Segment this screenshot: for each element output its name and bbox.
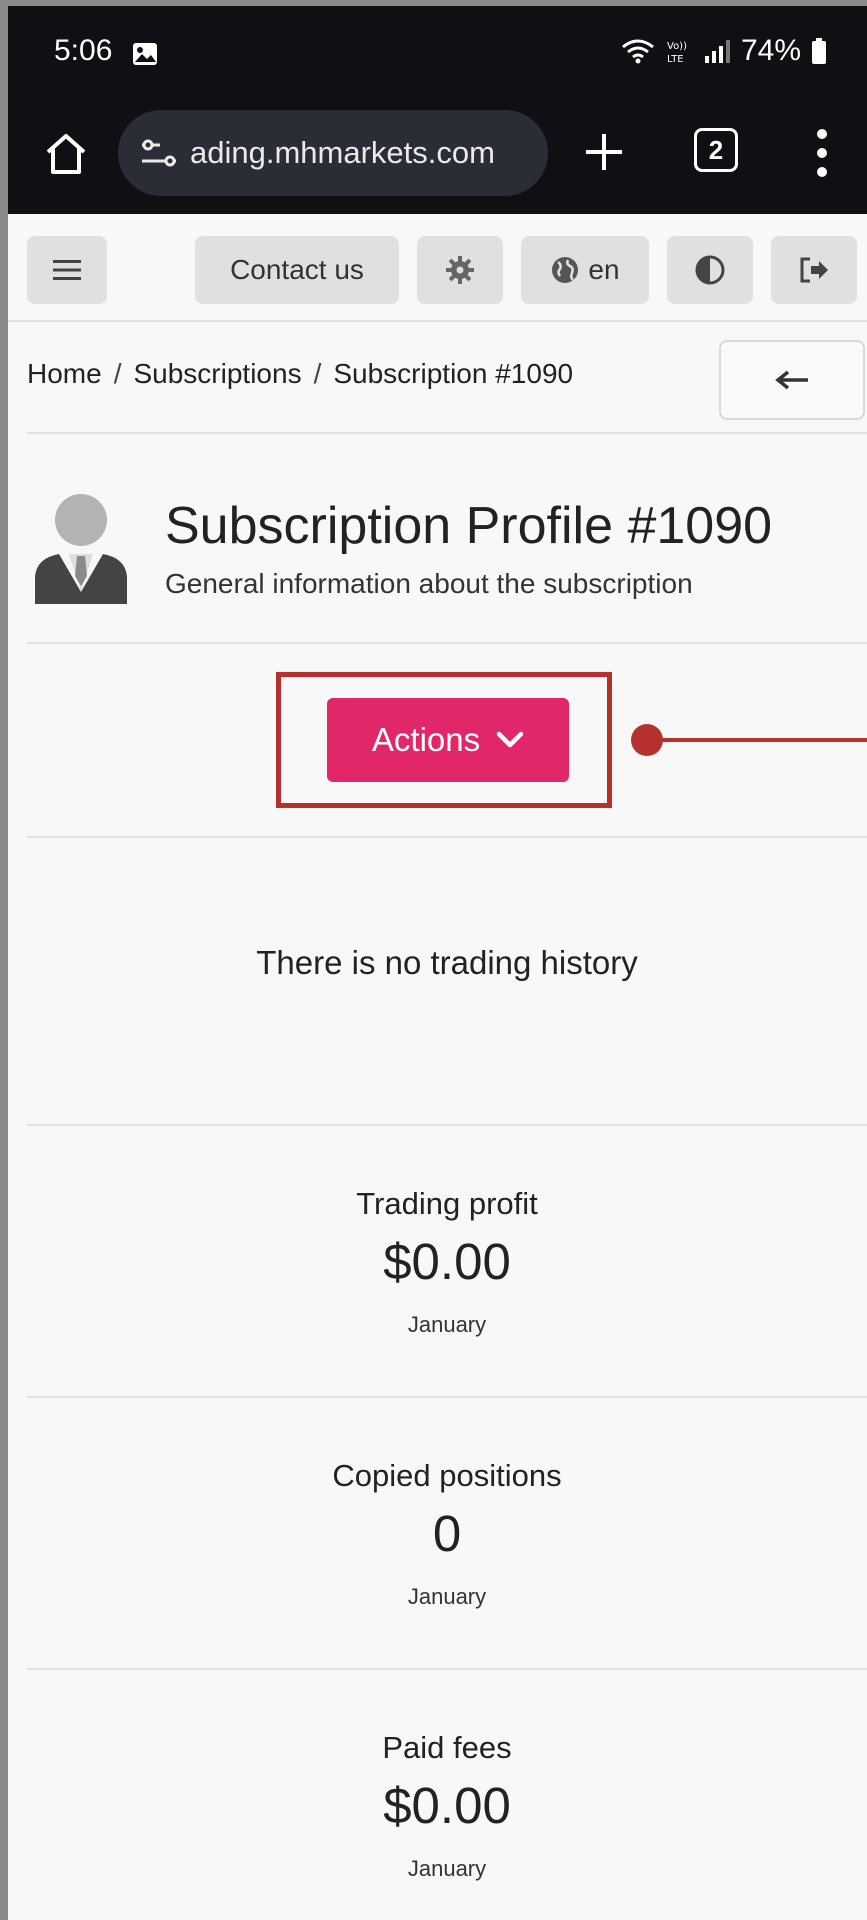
callout-line [647, 738, 867, 742]
home-icon[interactable] [42, 130, 90, 178]
site-settings-icon[interactable] [140, 136, 178, 170]
stat-value: $0.00 [383, 1233, 511, 1290]
back-button[interactable] [719, 340, 865, 420]
status-bar: 5:06 Vo)) LTE 74% [8, 6, 867, 102]
stat-period: January [407, 1584, 487, 1609]
language-button[interactable]: en [521, 236, 649, 304]
stat-copied-positions: Copied positions 0 January [27, 1398, 867, 1670]
breadcrumb-subscriptions[interactable]: Subscriptions [133, 358, 301, 389]
actions-dropdown-button[interactable]: Actions [327, 698, 569, 782]
page-title: Subscription Profile #1090 [165, 497, 773, 555]
stat-value: 0 [432, 1505, 462, 1562]
contact-us-button[interactable]: Contact us [195, 236, 399, 304]
stat-paid-fees: Paid fees $0.00 January [27, 1670, 867, 1920]
url-text: ading.mhmarkets.com [190, 135, 495, 170]
breadcrumb-row: Home / Subscriptions / Subscription #1090 [27, 322, 867, 434]
new-tab-icon[interactable] [582, 130, 626, 174]
browser-toolbar: ading.mhmarkets.com 2 [8, 102, 867, 214]
app-header: Contact us en [8, 214, 867, 322]
logout-button[interactable] [771, 236, 857, 304]
globe-icon [552, 257, 579, 283]
tab-switcher-button[interactable]: 2 [694, 128, 738, 172]
more-options-icon[interactable] [816, 128, 828, 178]
hamburger-icon [53, 260, 81, 280]
page-subtitle: General information about the subscripti… [165, 568, 693, 599]
profile-header: Subscription Profile #1090 General infor… [27, 434, 867, 644]
svg-text:Vo)): Vo)) [667, 41, 687, 52]
theme-toggle-button[interactable] [667, 236, 753, 304]
contrast-icon [695, 255, 725, 285]
signal-icon [704, 40, 730, 63]
stat-period: January [407, 1312, 487, 1337]
stat-period: January [407, 1856, 487, 1881]
stat-trading-profit: Trading profit $0.00 January [27, 1126, 867, 1398]
actions-label: Actions [371, 721, 481, 758]
address-bar[interactable]: ading.mhmarkets.com [118, 110, 548, 196]
status-time: 5:06 [54, 34, 113, 67]
stat-label: Paid fees [382, 1730, 512, 1765]
breadcrumb-separator: / [113, 358, 122, 389]
empty-history-message: There is no trading history [256, 944, 638, 981]
breadcrumb: Home / Subscriptions / Subscription #1090 [27, 358, 573, 390]
actions-section: Actions [27, 644, 867, 838]
gear-icon [446, 256, 474, 284]
settings-button[interactable] [417, 236, 503, 304]
chevron-down-icon [496, 731, 524, 748]
stat-label: Trading profit [356, 1186, 538, 1221]
battery-icon [812, 38, 826, 64]
arrow-left-icon [775, 370, 808, 390]
trading-history-section: There is no trading history [27, 838, 867, 1126]
battery-percent: 74% [740, 34, 801, 67]
breadcrumb-home[interactable]: Home [27, 358, 102, 389]
volte-icon: Vo)) LTE [667, 41, 687, 65]
breadcrumb-separator: / [313, 358, 322, 389]
stat-value: $0.00 [383, 1777, 511, 1834]
language-code: en [588, 254, 620, 285]
hamburger-menu-button[interactable] [27, 236, 107, 304]
svg-text:LTE: LTE [667, 54, 684, 65]
breadcrumb-current: Subscription #1090 [333, 358, 574, 389]
app-frame: 5:06 Vo)) LTE 74% ading.mhmarkets.com 2 … [8, 6, 867, 1920]
logout-icon [800, 257, 828, 283]
user-avatar-icon [35, 494, 127, 604]
status-indicators: Vo)) LTE 74% [621, 34, 827, 68]
image-notification-icon [133, 43, 157, 65]
stat-label: Copied positions [332, 1458, 562, 1493]
wifi-icon [622, 39, 654, 64]
